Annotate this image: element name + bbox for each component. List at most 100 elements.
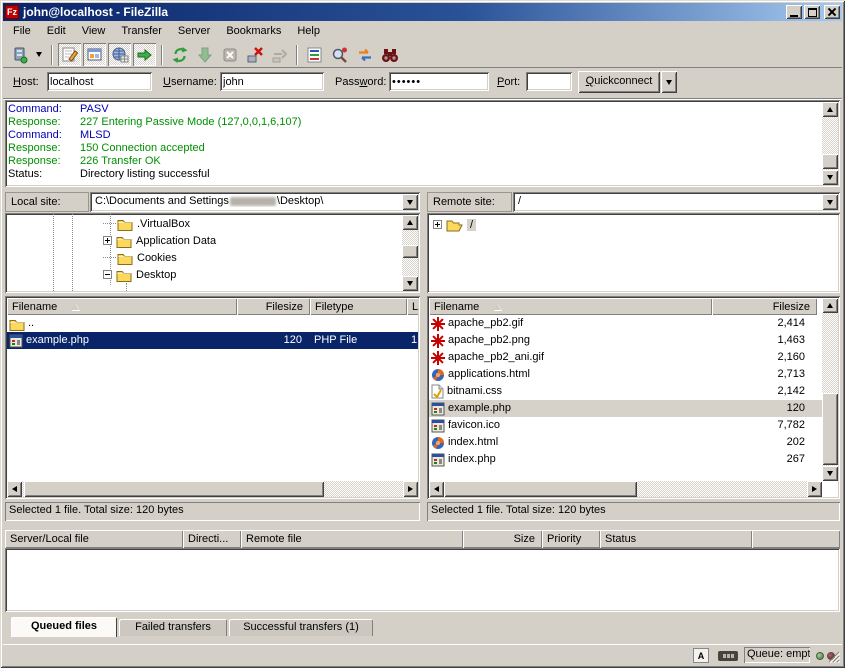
quickconnect-button[interactable]: Quickconnect bbox=[578, 71, 660, 93]
queue-column-priority[interactable]: Priority bbox=[542, 530, 600, 548]
resize-grip[interactable] bbox=[827, 650, 840, 663]
filesize-cell: 2,713 bbox=[712, 366, 817, 383]
scroll-down-button[interactable] bbox=[402, 276, 418, 291]
menu-help[interactable]: Help bbox=[289, 23, 328, 39]
log-vscroll[interactable] bbox=[822, 102, 838, 185]
file-row[interactable]: example.php120 bbox=[429, 400, 822, 417]
toggle-remote-tree-button[interactable] bbox=[108, 43, 131, 66]
directory-comparison-button[interactable] bbox=[328, 43, 351, 66]
tree-item[interactable]: .VirtualBox bbox=[103, 215, 190, 232]
remote-vscroll[interactable] bbox=[822, 298, 838, 481]
tab-failed-transfers[interactable]: Failed transfers bbox=[119, 619, 227, 636]
file-row[interactable]: index.html202 bbox=[429, 434, 822, 451]
file-row[interactable]: applications.html2,713 bbox=[429, 366, 822, 383]
find-files-button[interactable] bbox=[378, 43, 401, 66]
remote-site-combo[interactable]: / bbox=[513, 192, 840, 212]
scroll-down-button[interactable] bbox=[822, 466, 838, 481]
queue-column-size[interactable]: Size bbox=[463, 530, 542, 548]
host-input[interactable] bbox=[47, 72, 152, 91]
file-row[interactable]: index.php267 bbox=[429, 451, 822, 468]
menu-transfer[interactable]: Transfer bbox=[113, 23, 170, 39]
tab-queued-files[interactable]: Queued files bbox=[11, 617, 117, 637]
sort-ascending-icon bbox=[71, 303, 79, 310]
expander-minus-icon[interactable] bbox=[103, 270, 112, 279]
file-row[interactable]: bitnami.css2,142 bbox=[429, 383, 822, 400]
scroll-right-button[interactable] bbox=[403, 481, 418, 497]
expander-plus-icon[interactable] bbox=[103, 236, 112, 245]
scroll-up-button[interactable] bbox=[402, 215, 418, 230]
scroll-left-button[interactable] bbox=[7, 481, 22, 497]
site-manager-dropdown-button[interactable] bbox=[32, 44, 45, 65]
last-modified-cell bbox=[407, 315, 418, 332]
column-header-last-modified[interactable]: Last modified bbox=[407, 298, 418, 315]
column-header-filesize[interactable]: Filesize bbox=[712, 298, 817, 315]
scrollbar-thumb[interactable] bbox=[24, 481, 324, 497]
file-row[interactable]: example.php120PHP File1 bbox=[7, 332, 418, 349]
queue-column-remote-file[interactable]: Remote file bbox=[241, 530, 463, 548]
remote-site-label: Remote site: bbox=[427, 192, 512, 212]
tab-successful-transfers-1[interactable]: Successful transfers (1) bbox=[229, 619, 373, 636]
minimize-button[interactable] bbox=[786, 5, 802, 19]
local-hscroll[interactable] bbox=[7, 481, 418, 497]
tree-item[interactable]: Cookies bbox=[103, 249, 177, 266]
file-row[interactable]: apache_pb2_ani.gif2,160 bbox=[429, 349, 822, 366]
queue-column-server-local-file[interactable]: Server/Local file bbox=[5, 530, 183, 548]
apache-image-icon bbox=[431, 334, 445, 348]
scrollbar-thumb[interactable] bbox=[822, 393, 838, 465]
local-site-combo[interactable]: C:\Documents and Settings\Desktop\ bbox=[90, 192, 420, 212]
scrollbar-thumb[interactable] bbox=[444, 481, 637, 497]
message-log: Command:PASVResponse:227 Entering Passiv… bbox=[5, 100, 840, 187]
scroll-down-button[interactable] bbox=[822, 170, 838, 185]
column-header-filename[interactable]: Filename bbox=[429, 298, 712, 315]
queue-column-directi-[interactable]: Directi... bbox=[183, 530, 241, 548]
arrow-right-icon bbox=[812, 486, 817, 492]
tree-item[interactable]: Desktop bbox=[103, 266, 176, 283]
quickconnect-dropdown-button[interactable] bbox=[661, 71, 677, 93]
close-button[interactable] bbox=[824, 5, 840, 19]
local-site-dropdown-button[interactable] bbox=[402, 194, 418, 210]
toggle-message-log-icon bbox=[61, 46, 79, 64]
file-row[interactable]: apache_pb2.gif2,414 bbox=[429, 315, 822, 332]
maximize-button[interactable] bbox=[804, 5, 820, 19]
window-title: john@localhost - FileZilla bbox=[23, 5, 784, 19]
expander-plus-icon[interactable] bbox=[433, 220, 442, 229]
toggle-transfer-queue-button[interactable] bbox=[133, 43, 156, 66]
remote-hscroll[interactable] bbox=[429, 481, 822, 497]
toggle-message-log-button[interactable] bbox=[58, 43, 81, 66]
column-header-filesize[interactable]: Filesize bbox=[237, 298, 310, 315]
scroll-right-button[interactable] bbox=[807, 481, 822, 497]
process-queue-button[interactable] bbox=[193, 43, 216, 66]
queue-column-status[interactable]: Status bbox=[600, 530, 752, 548]
file-row[interactable]: .. bbox=[7, 315, 418, 332]
username-input[interactable] bbox=[220, 72, 324, 91]
refresh-button[interactable] bbox=[168, 43, 191, 66]
disconnect-button[interactable] bbox=[243, 43, 266, 66]
column-header-filetype[interactable]: Filetype bbox=[310, 298, 407, 315]
column-header-filename[interactable]: Filename bbox=[7, 298, 237, 315]
file-row[interactable]: apache_pb2.png1,463 bbox=[429, 332, 822, 349]
menu-file[interactable]: File bbox=[5, 23, 39, 39]
scroll-up-button[interactable] bbox=[822, 298, 838, 313]
remote-site-dropdown-button[interactable] bbox=[822, 194, 838, 210]
ltree-vscroll[interactable] bbox=[402, 215, 418, 291]
synchronized-browsing-button[interactable] bbox=[353, 43, 376, 66]
scroll-left-button[interactable] bbox=[429, 481, 444, 497]
password-input[interactable] bbox=[389, 72, 489, 91]
app-icon: Fz bbox=[5, 5, 19, 19]
site-manager-button[interactable] bbox=[8, 43, 31, 66]
scroll-up-button[interactable] bbox=[822, 102, 838, 117]
log-line: Command:PASV bbox=[8, 103, 820, 116]
directory-listing-filters-button[interactable] bbox=[303, 43, 326, 66]
scrollbar-thumb[interactable] bbox=[822, 154, 838, 169]
menu-view[interactable]: View bbox=[74, 23, 114, 39]
chevron-down-icon bbox=[36, 52, 42, 57]
port-input[interactable] bbox=[526, 72, 572, 91]
file-row[interactable]: favicon.ico7,782 bbox=[429, 417, 822, 434]
menu-server[interactable]: Server bbox=[170, 23, 218, 39]
toggle-local-tree-button[interactable] bbox=[83, 43, 106, 66]
tree-item[interactable]: / bbox=[433, 216, 476, 233]
menu-edit[interactable]: Edit bbox=[39, 23, 74, 39]
menu-bookmarks[interactable]: Bookmarks bbox=[218, 23, 289, 39]
tree-item[interactable]: Application Data bbox=[103, 232, 216, 249]
scrollbar-thumb[interactable] bbox=[402, 245, 418, 258]
